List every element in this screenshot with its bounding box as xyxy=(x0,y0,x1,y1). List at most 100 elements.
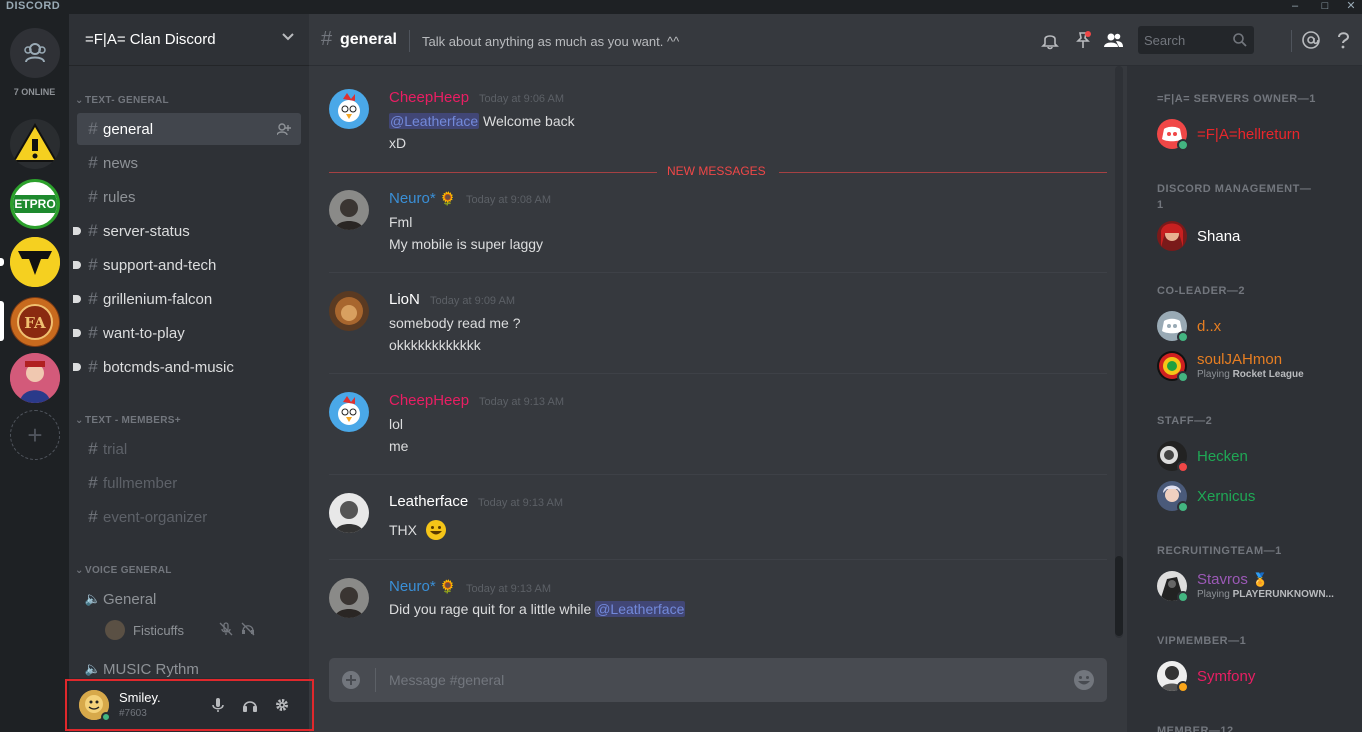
channel-general[interactable]: # general xyxy=(77,113,301,145)
portrait-avatar-icon xyxy=(329,578,369,618)
server-header[interactable]: =F|A= Clan Discord xyxy=(69,14,309,66)
message-list: CheepHeep Today at 9:06 AM @Leatherface … xyxy=(309,66,1127,644)
user-avatar[interactable] xyxy=(329,493,369,533)
user-avatar[interactable] xyxy=(329,190,369,230)
new-messages-divider: NEW MESSAGES xyxy=(329,164,1107,180)
notification-bell-icon[interactable] xyxy=(1040,30,1060,50)
friends-home-button[interactable] xyxy=(10,28,60,78)
user-mention[interactable]: @Leatherface xyxy=(595,601,686,617)
user-avatar[interactable] xyxy=(329,578,369,618)
online-status-dot xyxy=(1177,331,1189,343)
friends-icon xyxy=(24,43,46,63)
message-text: somebody read me ? xyxy=(389,315,521,331)
search-box[interactable]: Search xyxy=(1138,26,1254,54)
channel-want-to-play[interactable]: # want-to-play xyxy=(73,317,301,349)
channel-event-organizer[interactable]: # event-organizer xyxy=(77,501,301,533)
pinned-messages-icon[interactable] xyxy=(1073,30,1093,50)
user-avatar[interactable] xyxy=(329,291,369,331)
search-icon xyxy=(1233,33,1247,47)
message-timestamp: Today at 9:13 AM xyxy=(466,583,551,595)
channel-trial[interactable]: # trial xyxy=(77,433,301,465)
mentions-at-icon[interactable] xyxy=(1301,30,1321,50)
message-input[interactable]: Message #general xyxy=(389,672,504,688)
wu-logo-icon xyxy=(10,237,60,287)
member-item[interactable]: Stavros 🏅 Playing PLAYERUNKNOWN... xyxy=(1157,571,1357,605)
member-item[interactable]: Xernicus xyxy=(1157,481,1357,515)
message-text: My mobile is super laggy xyxy=(389,236,544,252)
channel-rules[interactable]: # rules xyxy=(77,181,301,213)
hash-icon: # xyxy=(321,28,333,50)
close-window-button[interactable]: ✕ xyxy=(1336,0,1362,14)
message-author[interactable]: CheepHeep xyxy=(389,89,469,106)
flower-emoji-icon: 🌻 xyxy=(439,191,457,206)
unread-indicator xyxy=(73,227,81,235)
grinning-emoji-icon xyxy=(426,520,446,540)
channel-topic: Talk about anything as much as you want.… xyxy=(422,34,680,49)
create-invite-icon[interactable] xyxy=(277,122,291,136)
member-item[interactable]: d..x xyxy=(1157,311,1357,345)
message-timestamp: Today at 9:13 AM xyxy=(479,396,564,408)
message-author[interactable]: Neuro* 🌻 xyxy=(389,190,456,207)
scrollbar-thumb[interactable] xyxy=(1115,556,1123,636)
guild-avatar-server[interactable] xyxy=(10,353,60,403)
message-composer: Message #general xyxy=(329,658,1107,702)
guild-fa-clan[interactable]: FA xyxy=(10,297,60,347)
channel-support-and-tech[interactable]: # support-and-tech xyxy=(73,249,301,281)
warning-sign-icon xyxy=(10,119,60,169)
category-text-members[interactable]: ⌄TEXT - MEMBERS+ xyxy=(75,415,181,426)
upload-plus-icon[interactable] xyxy=(341,670,361,690)
add-server-button[interactable]: + xyxy=(10,410,60,460)
guild-warning-server[interactable] xyxy=(10,119,60,169)
hash-icon: # xyxy=(88,255,98,274)
scrollbar-track[interactable] xyxy=(1115,66,1123,638)
member-avatar xyxy=(1157,441,1189,473)
member-list-icon[interactable] xyxy=(1103,30,1123,50)
member-activity: Playing Rocket League xyxy=(1197,369,1304,380)
divider-line xyxy=(779,172,1107,173)
hash-icon: # xyxy=(88,473,98,492)
hash-icon: # xyxy=(88,439,98,458)
member-item[interactable]: Shana xyxy=(1157,221,1357,255)
emoji-picker-icon[interactable] xyxy=(1073,669,1095,691)
voice-user-fisticuffs[interactable]: Fisticuffs xyxy=(105,619,255,641)
member-category: CO-LEADER—2 xyxy=(1157,285,1246,297)
channel-fullmember[interactable]: # fullmember xyxy=(77,467,301,499)
guild-wutang[interactable] xyxy=(10,237,60,287)
channel-server-status[interactable]: # server-status xyxy=(73,215,301,247)
category-voice-general[interactable]: ⌄VOICE GENERAL xyxy=(75,565,172,576)
member-list: =F|A= SERVERS OWNER—1 =F|A=hellreturn DI… xyxy=(1127,66,1362,732)
member-item[interactable]: soulJAHmon Playing Rocket League xyxy=(1157,351,1357,385)
channel-news[interactable]: # news xyxy=(77,147,301,179)
unread-pill xyxy=(0,258,4,266)
member-item[interactable]: Hecken xyxy=(1157,441,1357,475)
user-avatar[interactable] xyxy=(329,89,369,129)
guild-etpro[interactable]: ETPRO xyxy=(10,179,60,229)
user-mention[interactable]: @Leatherface xyxy=(389,113,480,129)
message-separator xyxy=(329,373,1107,374)
mic-muted-icon xyxy=(219,622,233,636)
online-count: 7 ONLINE xyxy=(13,87,56,97)
user-avatar[interactable] xyxy=(329,392,369,432)
message-author[interactable]: Neuro* 🌻 xyxy=(389,578,456,595)
voice-channel-general[interactable]: 🔈 General xyxy=(77,583,301,615)
flower-emoji-icon: 🌻 xyxy=(439,579,457,594)
channel-botcmds-and-music[interactable]: # botcmds-and-music xyxy=(73,351,301,383)
category-text-general[interactable]: ⌄TEXT- GENERAL xyxy=(75,95,169,106)
help-icon[interactable] xyxy=(1333,30,1353,50)
divider-line xyxy=(329,172,657,173)
member-category: =F|A= SERVERS OWNER—1 xyxy=(1157,93,1316,105)
message-author[interactable]: CheepHeep xyxy=(389,392,469,409)
minimize-button[interactable]: – xyxy=(1280,0,1310,14)
member-item[interactable]: Symfony xyxy=(1157,661,1357,695)
title-bar: DISCORD – □ ✕ xyxy=(0,0,1362,14)
character-avatar-icon xyxy=(10,353,60,403)
channel-grillenium-falcon[interactable]: # grillenium-falcon xyxy=(73,283,301,315)
search-placeholder: Search xyxy=(1144,33,1186,48)
rooster-avatar-icon xyxy=(329,392,369,432)
unread-indicator xyxy=(73,363,81,371)
message-author[interactable]: LioN xyxy=(389,291,420,308)
message-author[interactable]: Leatherface xyxy=(389,493,468,510)
member-avatar xyxy=(1157,351,1189,383)
message-timestamp: Today at 9:09 AM xyxy=(430,295,515,307)
member-item[interactable]: =F|A=hellreturn xyxy=(1157,119,1357,153)
